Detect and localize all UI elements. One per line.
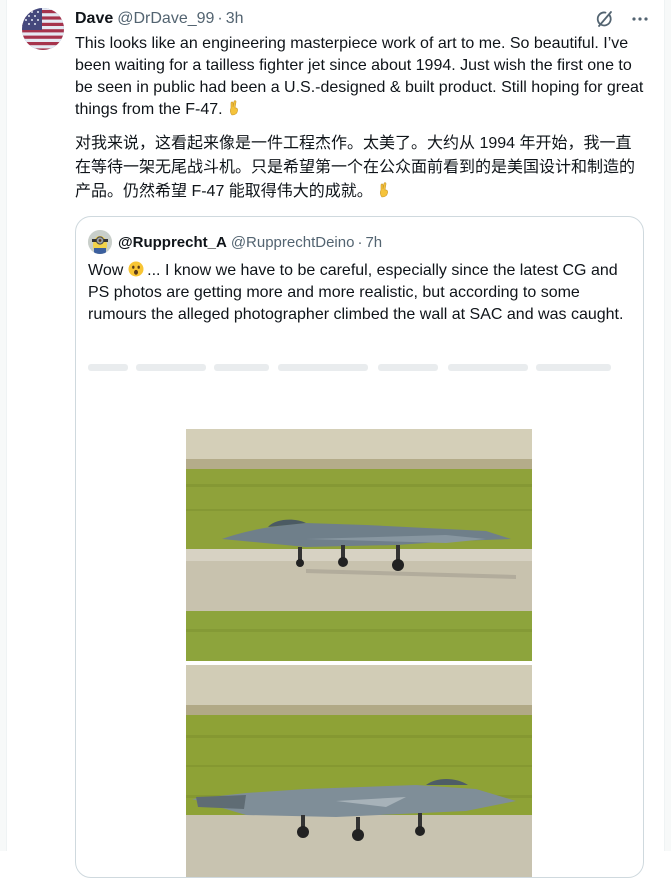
quote-author-name[interactable]: @Rupprecht_A xyxy=(118,234,227,251)
quote-text: Wow ... I know we have to be careful, es… xyxy=(88,260,628,326)
tweet-text: This looks like an engineering masterpie… xyxy=(75,33,645,204)
page-edge-right xyxy=(664,0,671,851)
tweet-text-en: This looks like an engineering masterpie… xyxy=(75,35,644,118)
author-name[interactable]: Dave xyxy=(75,10,113,28)
grok-icon[interactable] xyxy=(593,8,615,30)
quote-text-start: Wow xyxy=(88,262,124,279)
avatar[interactable] xyxy=(22,8,64,50)
quote-timestamp[interactable]: 7h xyxy=(365,234,382,251)
astonished-face-emoji xyxy=(128,261,144,277)
page-edge-left xyxy=(0,0,7,851)
quote-media[interactable] xyxy=(186,429,532,877)
quote-avatar[interactable] xyxy=(88,230,112,254)
quote-author-handle[interactable]: @RupprechtDeino xyxy=(231,234,355,251)
quote-text-rest: ... I know we have to be careful, especi… xyxy=(88,262,624,323)
jet-photo-bottom[interactable] xyxy=(186,665,532,877)
more-icon[interactable] xyxy=(629,8,651,30)
tweet-actions xyxy=(593,8,651,30)
crossed-fingers-emoji xyxy=(227,100,242,116)
author-handle[interactable]: @DrDave_99 xyxy=(117,10,214,28)
tweet-text-english: This looks like an engineering masterpie… xyxy=(75,33,645,121)
quote-separator: · xyxy=(357,233,363,251)
quote-header: @Rupprecht_A @RupprechtDeino · 7h xyxy=(88,230,382,254)
crossed-fingers-emoji-zh xyxy=(377,182,392,198)
separator: · xyxy=(217,10,223,27)
quoted-tweet-card[interactable]: @Rupprecht_A @RupprechtDeino · 7h Wow ..… xyxy=(75,216,644,878)
minion-avatar-icon xyxy=(88,230,112,254)
faded-text-line xyxy=(88,360,618,374)
tweet-text-zh: 对我来说，这看起来像是一件工程杰作。太美了。大约从 1994 年开始，我一直在等… xyxy=(75,135,636,200)
jet-photo-top[interactable] xyxy=(186,429,532,661)
tweet-text-chinese: 对我来说，这看起来像是一件工程杰作。太美了。大约从 1994 年开始，我一直在等… xyxy=(75,132,645,204)
tweet-header: Dave @DrDave_99 · 3h xyxy=(75,8,651,30)
timestamp[interactable]: 3h xyxy=(226,10,244,28)
us-flag-icon xyxy=(22,8,64,50)
